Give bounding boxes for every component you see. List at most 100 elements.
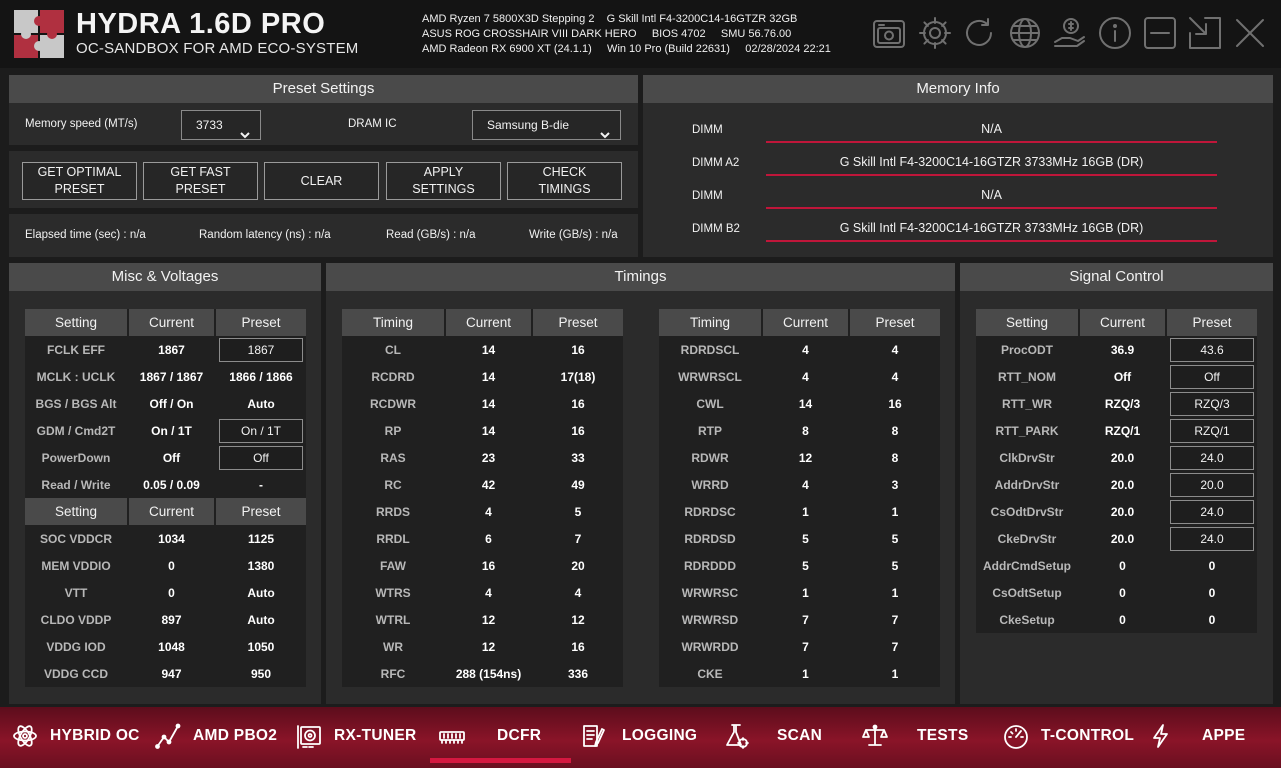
current-value: 20.0: [1080, 444, 1167, 471]
setting-name: ProcODT: [976, 336, 1080, 363]
preset-value: 0: [1208, 585, 1216, 600]
setting-name: CWL: [659, 390, 763, 417]
preset-value: 8: [891, 450, 899, 465]
preset-input[interactable]: 43.6: [1170, 337, 1254, 362]
apply-settings-button[interactable]: APPLY SETTINGS: [386, 162, 501, 200]
current-value: 4: [763, 471, 850, 498]
preset-value: 1866 / 1866: [229, 369, 293, 384]
nav-hybrid-oc[interactable]: HYBRID OC: [12, 707, 140, 765]
timing-row: RDRDSC 1 1: [659, 498, 940, 525]
donate-icon[interactable]: [1052, 15, 1088, 51]
current-value: 1867 / 1867: [129, 363, 216, 390]
column-header: Preset: [216, 309, 306, 336]
setting-name: CsOdtDrvStr: [976, 498, 1080, 525]
current-value: 20.0: [1080, 525, 1167, 552]
preset-input[interactable]: 24.0: [1170, 445, 1254, 470]
setting-name: RRDL: [342, 525, 446, 552]
nav-appe[interactable]: APPE: [1148, 707, 1245, 765]
current-value: 5: [763, 525, 850, 552]
check-timings-button[interactable]: CHECK TIMINGS: [507, 162, 622, 200]
restore-icon[interactable]: [1187, 15, 1223, 51]
panel-title: Misc & Voltages: [9, 263, 321, 291]
preset-input[interactable]: RZQ/1: [1170, 418, 1254, 443]
setting-name: GDM / Cmd2T: [25, 417, 129, 444]
title-bar: HYDRA 1.6D PRO OC-SANDBOX FOR AMD ECO-SY…: [0, 0, 1281, 68]
setting-name: RDWR: [659, 444, 763, 471]
column-header: Preset: [533, 309, 623, 336]
setting-name: RP: [342, 417, 446, 444]
get-optimal-preset-button[interactable]: GET OPTIMAL PRESET: [22, 162, 137, 200]
setting-name: RTT_WR: [976, 390, 1080, 417]
current-value: 7: [763, 633, 850, 660]
current-value: 1: [763, 579, 850, 606]
preset-input[interactable]: 1867: [219, 337, 303, 362]
preset-value: Auto: [247, 396, 275, 411]
column-header: Preset: [850, 309, 940, 336]
setting-name: PowerDown: [25, 444, 129, 471]
nav-rx-tuner[interactable]: RX-TUNER: [296, 707, 416, 765]
hydra-logo: [14, 10, 64, 58]
current-value: 12: [763, 444, 850, 471]
chevron-down-icon: [240, 121, 250, 139]
preset-value: 336: [567, 666, 589, 681]
setting-name: RCDWR: [342, 390, 446, 417]
globe-icon[interactable]: [1007, 15, 1043, 51]
info-icon[interactable]: [1097, 15, 1133, 51]
close-icon[interactable]: [1232, 15, 1268, 51]
setting-name: RDRDSC: [659, 498, 763, 525]
nav-scan[interactable]: SCAN: [723, 707, 822, 765]
current-value: 897: [129, 606, 216, 633]
signal-row: RTT_PARK RZQ/1 RZQ/1: [976, 417, 1257, 444]
setting-name: CKE: [659, 660, 763, 687]
signal-row: CkeSetup 0 0: [976, 606, 1257, 633]
nav-t-control[interactable]: T-CONTROL: [1003, 707, 1134, 765]
nav-amd-pbo2[interactable]: AMD PBO2: [155, 707, 277, 765]
get-fast-preset-button[interactable]: GET FAST PRESET: [143, 162, 258, 200]
setting-name: RTP: [659, 417, 763, 444]
preset-value: Off: [1167, 363, 1257, 390]
current-value: 1: [763, 660, 850, 687]
column-header: Current: [129, 498, 216, 525]
signal-row: RTT_WR RZQ/3 RZQ/3: [976, 390, 1257, 417]
column-header: Current: [446, 309, 533, 336]
minimize-icon[interactable]: [1142, 15, 1178, 51]
preset-value: 16: [571, 639, 585, 654]
column-header: Current: [1080, 309, 1167, 336]
timing-row: WRWRDD 7 7: [659, 633, 940, 660]
preset-input[interactable]: On / 1T: [219, 418, 303, 443]
preset-input[interactable]: 20.0: [1170, 472, 1254, 497]
nav-dcfr[interactable]: DCFR: [439, 707, 541, 765]
nav-tests[interactable]: TESTS: [862, 707, 968, 765]
gear-icon[interactable]: [917, 15, 953, 51]
setting-name: MCLK : UCLK: [25, 363, 129, 390]
current-value: 6: [446, 525, 533, 552]
preset-value: 49: [571, 477, 585, 492]
preset-input[interactable]: Off: [219, 445, 303, 470]
timing-row: WTRL 12 12: [342, 606, 623, 633]
timing-row: WRRD 4 3: [659, 471, 940, 498]
dram-ic-dropdown[interactable]: Samsung B-die: [472, 110, 621, 140]
setting-name: WRRD: [659, 471, 763, 498]
misc-row: Read / Write 0.05 / 0.09 -: [25, 471, 306, 498]
memory-speed-label: Memory speed (MT/s): [25, 118, 138, 130]
camera-icon[interactable]: [871, 15, 907, 51]
current-value: 12: [446, 633, 533, 660]
preset-input[interactable]: Off: [1170, 364, 1254, 389]
setting-name: FCLK EFF: [25, 336, 129, 363]
preset-value: 16: [888, 396, 902, 411]
setting-name: MEM VDDIO: [25, 552, 129, 579]
nav-logging[interactable]: LOGGING: [580, 707, 697, 765]
nav-label: RX-TUNER: [334, 727, 417, 744]
clear-button[interactable]: CLEAR: [264, 162, 379, 200]
elapsed-time-stat: Elapsed time (sec) : n/a: [25, 229, 146, 241]
setting-name: WRWRSCL: [659, 363, 763, 390]
refresh-icon[interactable]: [961, 15, 997, 51]
preset-input[interactable]: 24.0: [1170, 526, 1254, 551]
scale-icon: [862, 724, 888, 746]
memory-speed-dropdown[interactable]: 3733: [181, 110, 261, 140]
preset-input[interactable]: 24.0: [1170, 499, 1254, 524]
preset-value: 7: [891, 639, 899, 654]
timing-row: RDRDSD 5 5: [659, 525, 940, 552]
current-value: 0: [129, 579, 216, 606]
preset-input[interactable]: RZQ/3: [1170, 391, 1254, 416]
